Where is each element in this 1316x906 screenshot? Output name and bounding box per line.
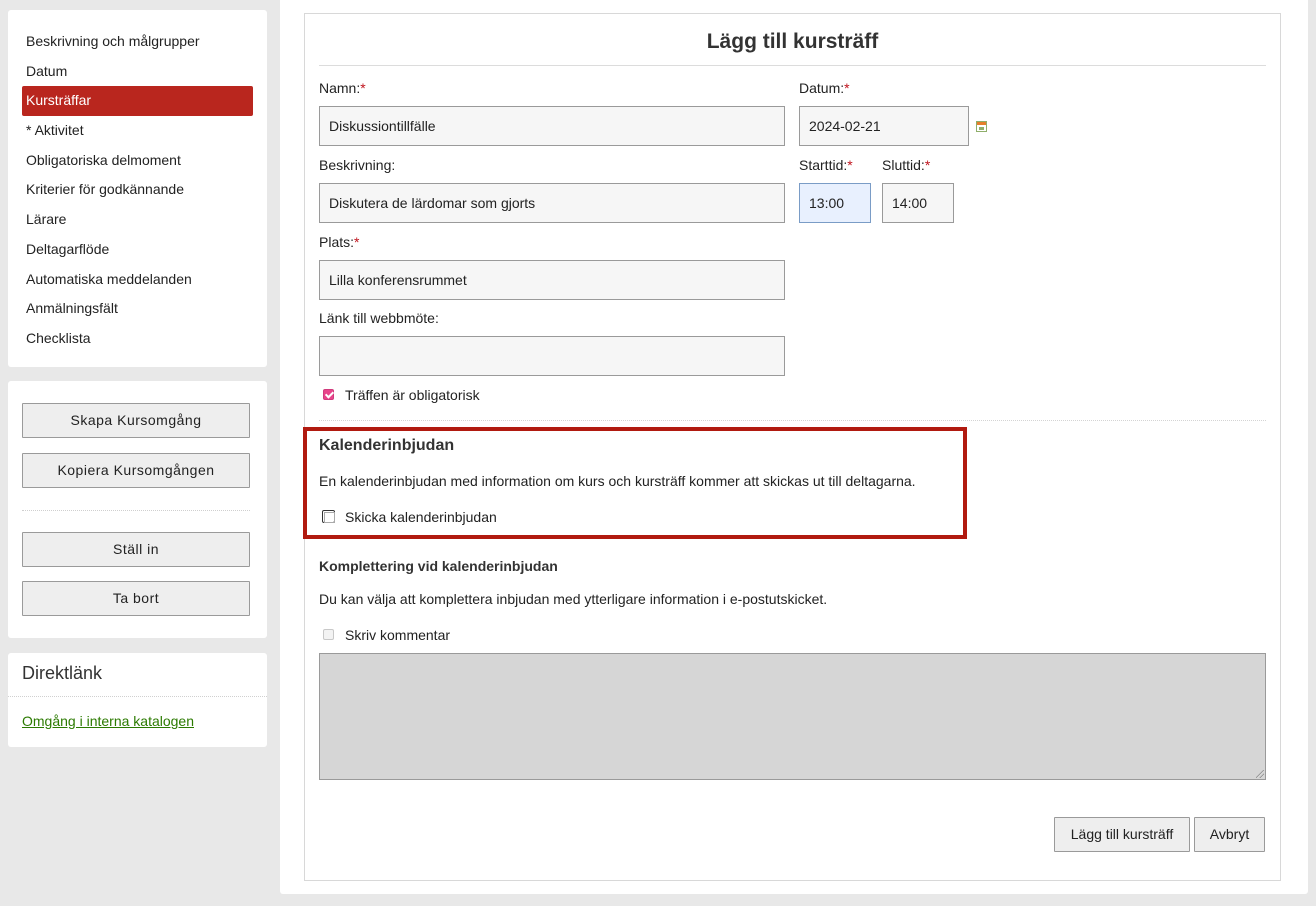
description-field[interactable]: Diskutera de lärdomar som gjorts xyxy=(319,183,785,223)
direct-link-divider xyxy=(8,696,267,697)
end-time-label-text: Sluttid: xyxy=(882,157,925,173)
mandatory-checkbox[interactable] xyxy=(323,389,334,400)
start-time-field[interactable]: 13:00 xyxy=(799,183,871,223)
internal-catalog-link[interactable]: Omgång i interna katalogen xyxy=(22,713,194,729)
calendar-section-highlight xyxy=(303,427,967,539)
sidebar-nav: Beskrivning och målgrupper Datum Kursträ… xyxy=(8,10,267,367)
required-marker: * xyxy=(844,80,850,96)
resize-handle-icon[interactable] xyxy=(1256,770,1264,778)
description-label: Beskrivning: xyxy=(319,157,396,173)
direct-link-title: Direktlänk xyxy=(22,663,103,683)
sidebar-item-datum[interactable]: Datum xyxy=(22,57,253,87)
required-marker: * xyxy=(847,157,853,173)
required-marker: * xyxy=(354,234,360,250)
name-label-text: Namn: xyxy=(319,80,361,96)
end-time-field[interactable]: 14:00 xyxy=(882,183,954,223)
direct-link-panel: Direktlänk Omgång i interna katalogen xyxy=(8,653,267,747)
supplement-section-title: Komplettering vid kalenderinbjudan xyxy=(319,558,558,574)
sidebar-item-beskrivning[interactable]: Beskrivning och målgrupper xyxy=(22,27,253,57)
cancel-course-round-button[interactable]: Ställ in xyxy=(22,532,250,567)
sidebar-item-anmalningsfalt[interactable]: Anmälningsfält xyxy=(22,294,253,324)
place-label: Plats:* xyxy=(319,234,359,250)
date-label: Datum:* xyxy=(799,80,850,96)
mandatory-label: Träffen är obligatorisk xyxy=(345,387,480,403)
webmeeting-label: Länk till webbmöte: xyxy=(319,310,439,326)
delete-button[interactable]: Ta bort xyxy=(22,581,250,616)
start-time-label: Starttid:* xyxy=(799,157,853,173)
sidebar-item-obligatoriska-delmoment[interactable]: Obligatoriska delmoment xyxy=(22,146,253,176)
required-marker: * xyxy=(360,80,366,96)
cancel-button[interactable]: Avbryt xyxy=(1194,817,1265,852)
name-label: Namn:* xyxy=(319,80,366,96)
place-label-text: Plats: xyxy=(319,234,355,250)
place-field[interactable]: Lilla konferensrummet xyxy=(319,260,785,300)
create-course-round-button[interactable]: Skapa Kursomgång xyxy=(22,403,250,438)
sidebar-item-checklista[interactable]: Checklista xyxy=(22,324,253,354)
sidebar-item-kriterier[interactable]: Kriterier för godkännande xyxy=(22,175,253,205)
write-comment-checkbox[interactable] xyxy=(323,629,334,640)
calendar-icon[interactable] xyxy=(976,121,987,132)
sidebar-item-aktivitet[interactable]: * Aktivitet xyxy=(22,116,253,146)
date-field[interactable]: 2024-02-21 xyxy=(799,106,969,146)
sidebar-item-larare[interactable]: Lärare xyxy=(22,205,253,235)
page-title: Lägg till kursträff xyxy=(706,30,879,53)
write-comment-label: Skriv kommentar xyxy=(345,627,451,643)
title-divider xyxy=(319,65,1266,66)
sidebar-item-deltagarflode[interactable]: Deltagarflöde xyxy=(22,235,253,265)
name-field[interactable]: Diskussiontillfälle xyxy=(319,106,785,146)
section-divider xyxy=(319,420,1266,421)
comment-textarea[interactable] xyxy=(319,653,1266,780)
copy-course-round-button[interactable]: Kopiera Kursomgången xyxy=(22,453,250,488)
end-time-label: Sluttid:* xyxy=(882,157,930,173)
actions-divider xyxy=(22,510,250,511)
start-time-label-text: Starttid: xyxy=(799,157,848,173)
sidebar-item-kurstraffar[interactable]: Kursträffar xyxy=(22,86,253,117)
supplement-info-text: Du kan välja att komplettera inbjudan me… xyxy=(319,591,828,607)
add-meeting-button[interactable]: Lägg till kursträff xyxy=(1054,817,1190,852)
required-marker: * xyxy=(924,157,931,173)
date-label-text: Datum: xyxy=(799,80,845,96)
sidebar-item-automatiska-meddelanden[interactable]: Automatiska meddelanden xyxy=(22,265,253,295)
actions-panel: Skapa Kursomgång Kopiera Kursomgången St… xyxy=(8,381,267,638)
webmeeting-link-field[interactable] xyxy=(319,336,785,376)
